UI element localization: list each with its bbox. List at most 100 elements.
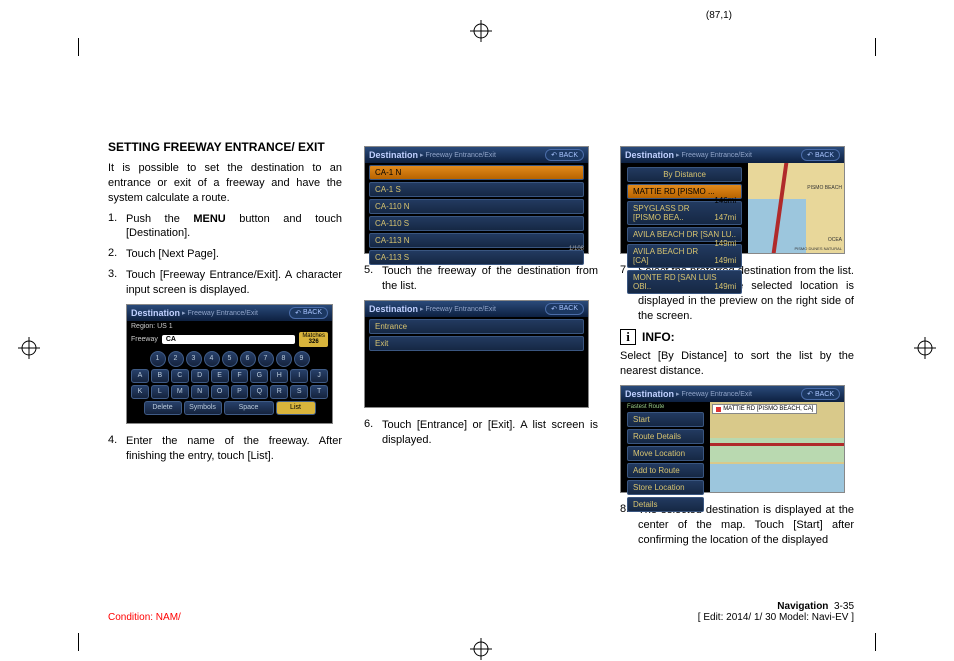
keyboard-key[interactable]: M [171, 385, 189, 399]
step-4: Enter the name of the freeway. After fin… [126, 434, 342, 464]
list-item[interactable]: AVILA BEACH DR [SAN LU..149mi [627, 227, 742, 242]
keyboard-key[interactable]: N [191, 385, 209, 399]
list-item[interactable]: MONTE RD [SAN LUIS OBI..149mi [627, 270, 742, 294]
screen-title: Destination [369, 304, 418, 314]
map-preview: PISMO BEACH OCEA PISMO DUNES NATURAL [748, 163, 844, 253]
keyboard-key[interactable]: 9 [294, 351, 310, 367]
freeway-input[interactable]: CA [162, 335, 295, 344]
step-number: 6. [364, 418, 382, 448]
section-heading: SETTING FREEWAY ENTRANCE/ EXIT [108, 140, 342, 155]
list-item[interactable]: CA-110 S [369, 216, 584, 231]
keyboard-key[interactable]: T [310, 385, 328, 399]
keyboard-key[interactable]: 1 [150, 351, 166, 367]
screen-title: Destination [625, 150, 674, 160]
back-button[interactable]: ↶ BACK [545, 303, 584, 315]
keyboard-key[interactable]: P [231, 385, 249, 399]
space-key[interactable]: Space [224, 401, 274, 415]
cropmark-right [914, 337, 936, 359]
screen-title: Destination [131, 308, 180, 318]
step-number: 4. [108, 434, 126, 464]
keyboard-key[interactable]: L [151, 385, 169, 399]
edge-mark [875, 633, 876, 651]
keyboard-key[interactable]: 2 [168, 351, 184, 367]
list-item[interactable]: CA-1 S [369, 182, 584, 197]
list-item[interactable]: Route Details [627, 429, 704, 444]
list-item[interactable]: Exit [369, 336, 584, 351]
distance-list: MATTIE RD [PISMO ...146miSPYGLASS DR [PI… [623, 184, 746, 294]
keyboard-key[interactable]: E [211, 369, 229, 383]
map-destination-tag: MATTIE RD [PISMO BEACH, CA] [712, 404, 817, 414]
intro-text: It is possible to set the destination to… [108, 161, 342, 206]
screenshot-route-confirm: Destination ▸ Freeway Entrance/Exit ↶ BA… [620, 385, 845, 493]
list-item[interactable]: Start [627, 412, 704, 427]
keyboard-key[interactable]: A [131, 369, 149, 383]
screen-subtitle: ▸ Freeway Entrance/Exit [676, 151, 752, 159]
screen-title: Destination [625, 389, 674, 399]
info-label: INFO: [642, 330, 675, 344]
back-button[interactable]: ↶ BACK [289, 307, 328, 319]
keyboard-key[interactable]: B [151, 369, 169, 383]
info-icon: i [620, 329, 636, 345]
list-key[interactable]: List [276, 401, 316, 415]
keyboard-key[interactable]: 5 [222, 351, 238, 367]
list-item[interactable]: Entrance [369, 319, 584, 334]
keyboard-key[interactable]: R [270, 385, 288, 399]
keyboard-key[interactable]: J [310, 369, 328, 383]
screenshot-freeway-list: Destination ▸ Freeway Entrance/Exit ↶ BA… [364, 146, 589, 254]
list-item[interactable]: CA-1 N [369, 165, 584, 180]
screen-title: Destination [369, 150, 418, 160]
freeway-list: CA-1 N CA-1 S CA-110 N CA-110 S CA-113 N CA-1… [365, 165, 588, 265]
footer-section: Navigation [777, 601, 828, 612]
list-counter: 1/108 [569, 246, 584, 252]
keyboard-key[interactable]: Q [250, 385, 268, 399]
keyboard-key[interactable]: H [270, 369, 288, 383]
screen-subtitle: ▸ Freeway Entrance/Exit [182, 309, 258, 317]
keyboard-key[interactable]: 8 [276, 351, 292, 367]
info-text: Select [By Distance] to sort the list by… [620, 349, 854, 379]
screenshot-entrance-exit: Destination ▸ Freeway Entrance/Exit ↶ BA… [364, 300, 589, 408]
column-1: SETTING FREEWAY ENTRANCE/ EXIT It is pos… [108, 140, 342, 554]
list-item[interactable]: Details [627, 497, 704, 512]
edge-mark [78, 633, 79, 651]
column-2: Destination ▸ Freeway Entrance/Exit ↶ BA… [364, 140, 598, 554]
back-button[interactable]: ↶ BACK [801, 149, 840, 161]
content-area: SETTING FREEWAY ENTRANCE/ EXIT It is pos… [108, 140, 854, 554]
keyboard-key[interactable]: 3 [186, 351, 202, 367]
keyboard-key[interactable]: 6 [240, 351, 256, 367]
keyboard-key[interactable]: 7 [258, 351, 274, 367]
keyboard-key[interactable]: F [231, 369, 249, 383]
screen-subtitle: ▸ Freeway Entrance/Exit [676, 390, 752, 398]
entrance-exit-list: Entrance Exit [365, 319, 588, 351]
list-item[interactable]: MATTIE RD [PISMO ...146mi [627, 184, 742, 199]
keyboard-key[interactable]: O [211, 385, 229, 399]
keyboard-key[interactable]: C [171, 369, 189, 383]
footer-condition: Condition: NAM/ [108, 612, 181, 623]
by-distance-button[interactable]: By Distance [627, 167, 742, 182]
keyboard-key[interactable]: I [290, 369, 308, 383]
step-number: 5. [364, 264, 382, 294]
screenshot-keyboard: Destination ▸ Freeway Entrance/Exit ↶ BA… [126, 304, 333, 424]
symbols-key[interactable]: Symbols [184, 401, 222, 415]
delete-key[interactable]: Delete [144, 401, 182, 415]
flag-icon [716, 407, 721, 412]
back-button[interactable]: ↶ BACK [545, 149, 584, 161]
keyboard-key[interactable]: D [191, 369, 209, 383]
edge-mark [875, 38, 876, 56]
list-item[interactable]: Move Location [627, 446, 704, 461]
list-item[interactable]: CA-113 S [369, 250, 584, 265]
keyboard-key[interactable]: G [250, 369, 268, 383]
list-item[interactable]: CA-110 N [369, 199, 584, 214]
page-coordinate: (87,1) [706, 10, 732, 21]
footer-page: 3-35 [834, 601, 854, 612]
cropmark-left [18, 337, 40, 359]
keyboard-key[interactable]: S [290, 385, 308, 399]
list-item[interactable]: Store Location [627, 480, 704, 495]
keyboard-key[interactable]: 4 [204, 351, 220, 367]
list-item[interactable]: Add to Route [627, 463, 704, 478]
step-number: 3. [108, 268, 126, 298]
step-1: Push the MENU button and touch [Destinat… [126, 212, 342, 242]
step-2: Touch [Next Page]. [126, 247, 342, 262]
list-item[interactable]: CA-113 N [369, 233, 584, 248]
back-button[interactable]: ↶ BACK [801, 388, 840, 400]
keyboard-key[interactable]: K [131, 385, 149, 399]
